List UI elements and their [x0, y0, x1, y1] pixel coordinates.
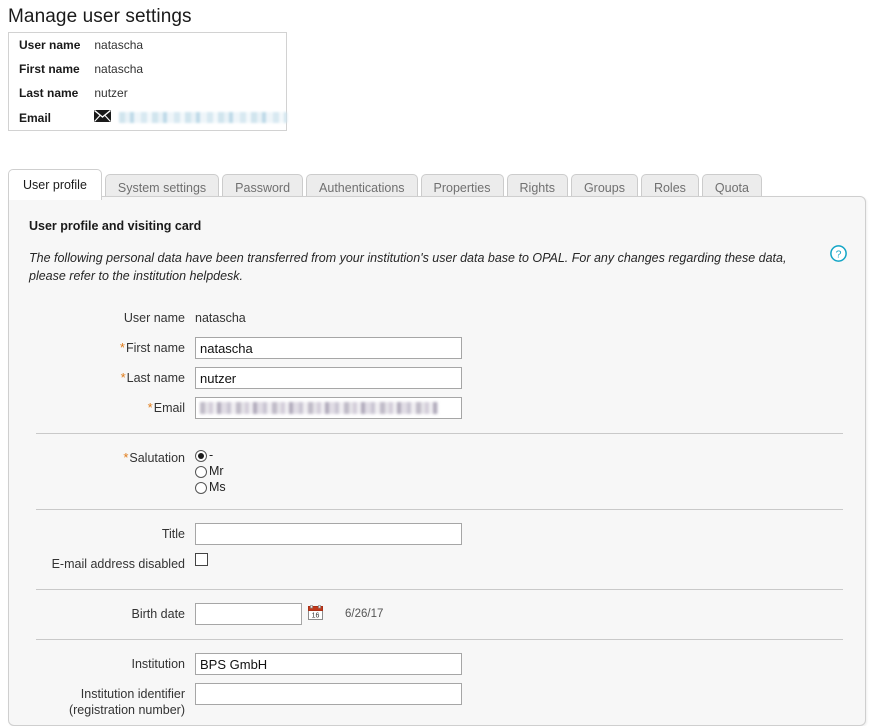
label-title: Title [9, 523, 195, 545]
label-institution-identifier: Institution identifier (registration num… [9, 683, 195, 718]
field-first-name [195, 337, 865, 359]
table-row: User name natascha [9, 33, 291, 57]
email-input[interactable] [195, 397, 462, 419]
summary-label-email: Email [9, 105, 84, 130]
radio-icon[interactable] [195, 450, 207, 462]
last-name-input[interactable] [195, 367, 462, 389]
label-email-text: Email [154, 401, 185, 415]
calendar-icon[interactable]: 16 [308, 605, 323, 623]
required-asterisk: * [148, 400, 153, 415]
form-row-title: Title [9, 519, 865, 549]
field-birth-date: 16 6/26/17 [195, 603, 865, 625]
form-row-email-disabled: E-mail address disabled [9, 549, 865, 579]
form-row-institution: Institution [9, 649, 865, 679]
radio-icon[interactable] [195, 482, 207, 494]
salutation-radio-group: - Mr Ms [195, 447, 226, 495]
label-user-name: User name [9, 307, 195, 329]
label-institution-identifier-line2: (registration number) [9, 702, 185, 718]
salutation-option-dash-label: - [209, 448, 213, 463]
field-salutation: - Mr Ms [195, 447, 865, 495]
section-divider [36, 509, 843, 510]
user-profile-panel: User profile and visiting card The follo… [8, 196, 866, 726]
summary-label-last-name: Last name [9, 81, 84, 105]
redacted-email-input-value [200, 402, 438, 414]
field-email-disabled [195, 553, 865, 566]
svg-text:?: ? [836, 248, 842, 260]
salutation-option-mr[interactable]: Mr [195, 464, 226, 479]
required-asterisk: * [123, 450, 128, 465]
title-input[interactable] [195, 523, 462, 545]
required-asterisk: * [120, 340, 125, 355]
table-row: Email [9, 105, 291, 130]
table-row: Last name nutzer [9, 81, 291, 105]
summary-value-user-name: natascha [84, 33, 290, 57]
label-salutation: *Salutation [9, 447, 195, 469]
form-row-user-name: User name natascha [9, 303, 865, 333]
form-row-last-name: *Last name [9, 363, 865, 393]
label-first-name: *First name [9, 337, 195, 359]
section-divider [36, 433, 843, 434]
section-divider [36, 589, 843, 590]
label-last-name-text: Last name [127, 371, 185, 385]
label-salutation-text: Salutation [129, 451, 185, 465]
form-row-institution-identifier: Institution identifier (registration num… [9, 679, 865, 722]
form-row-salutation: *Salutation - Mr Ms [9, 443, 865, 499]
first-name-input[interactable] [195, 337, 462, 359]
form-row-email: *Email [9, 393, 865, 423]
panel-heading: User profile and visiting card [9, 197, 865, 233]
email-disabled-checkbox[interactable] [195, 553, 208, 566]
field-last-name [195, 367, 865, 389]
birth-date-format-hint: 6/26/17 [345, 608, 383, 620]
form-row-first-name: *First name [9, 333, 865, 363]
summary-value-first-name: natascha [84, 57, 290, 81]
summary-value-last-name: nutzer [84, 81, 290, 105]
label-institution: Institution [9, 653, 195, 675]
help-circle-icon[interactable]: ? [830, 245, 847, 262]
required-asterisk: * [121, 370, 126, 385]
label-last-name: *Last name [9, 367, 195, 389]
field-user-name: natascha [195, 307, 865, 329]
label-birth-date: Birth date [9, 603, 195, 625]
value-user-name: natascha [195, 307, 246, 329]
section-divider [36, 639, 843, 640]
user-profile-form: User name natascha *First name *Last nam… [9, 285, 865, 722]
radio-icon[interactable] [195, 466, 207, 478]
field-title [195, 523, 865, 545]
user-summary-box: User name natascha First name natascha L… [8, 32, 287, 131]
birth-date-input[interactable] [195, 603, 302, 625]
redacted-email-value [119, 112, 287, 123]
table-row: First name natascha [9, 57, 291, 81]
user-summary-table: User name natascha First name natascha L… [9, 33, 291, 130]
field-institution [195, 653, 865, 675]
label-first-name-text: First name [126, 341, 185, 355]
panel-intro-text: The following personal data have been tr… [9, 233, 865, 285]
calendar-icon-day-text: 16 [312, 613, 320, 620]
salutation-option-ms[interactable]: Ms [195, 480, 226, 495]
label-email: *Email [9, 397, 195, 419]
summary-label-user-name: User name [9, 33, 84, 57]
form-row-birth-date: Birth date 16 6/26/17 [9, 599, 865, 629]
summary-value-email [84, 105, 290, 130]
envelope-icon[interactable] [94, 110, 111, 125]
field-email [195, 397, 865, 419]
institution-identifier-input[interactable] [195, 683, 462, 705]
salutation-option-dash[interactable]: - [195, 448, 226, 463]
page-title: Manage user settings [0, 0, 891, 36]
field-institution-identifier [195, 683, 865, 705]
salutation-option-ms-label: Ms [209, 480, 226, 495]
summary-label-first-name: First name [9, 57, 84, 81]
tab-user-profile[interactable]: User profile [8, 169, 102, 200]
label-email-disabled: E-mail address disabled [9, 553, 195, 575]
institution-input[interactable] [195, 653, 462, 675]
salutation-option-mr-label: Mr [209, 464, 224, 479]
label-institution-identifier-line1: Institution identifier [9, 686, 185, 702]
